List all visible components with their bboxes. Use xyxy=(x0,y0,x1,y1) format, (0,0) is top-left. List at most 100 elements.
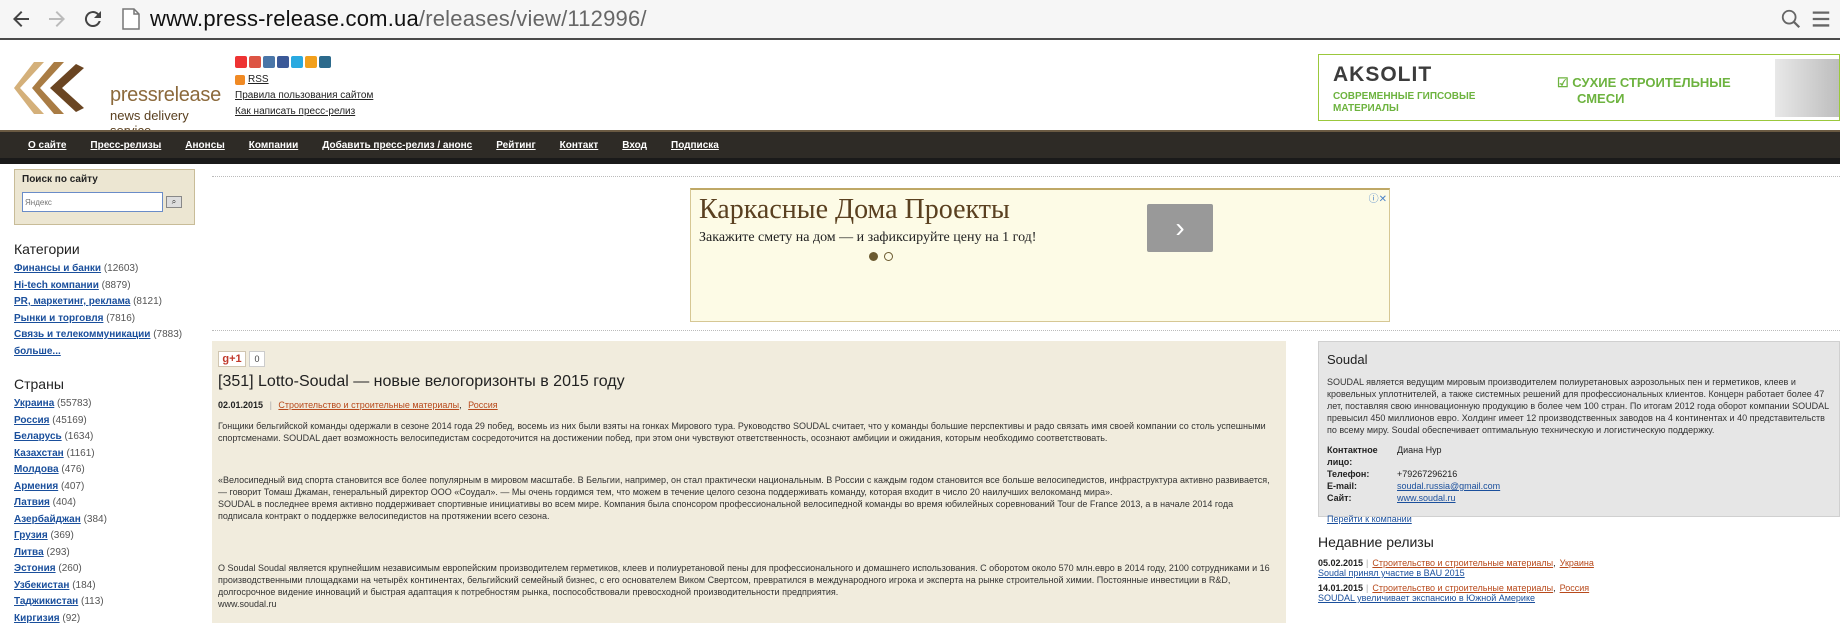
ad-next-button[interactable]: › xyxy=(1147,204,1213,252)
aksolit-banner[interactable]: AKSOLIT СОВРЕМЕННЫЕ ГИПСОВЫЕМАТЕРИАЛЫ ☑ … xyxy=(1318,54,1840,121)
site-search: Поиск по сайту ⌕ xyxy=(14,169,195,225)
share-ya-icon[interactable] xyxy=(235,56,247,68)
article-website: www.soudal.ru xyxy=(218,598,1280,610)
list-item: Беларусь (1634) xyxy=(14,429,196,446)
search-input[interactable] xyxy=(22,192,163,212)
article-country-link[interactable]: Россия xyxy=(468,400,498,410)
release-category-link[interactable]: Строительство и строительные материалы xyxy=(1372,583,1553,593)
article-paragraph: О Soudal Soudal является крупнейшим неза… xyxy=(218,562,1280,598)
ad-dot[interactable] xyxy=(884,252,893,261)
press-release-article: g+1 0 [351] Lotto-Soudal — новые велогор… xyxy=(212,341,1286,623)
gplus-button[interactable]: g+1 xyxy=(218,351,246,367)
list-item: Грузия (369) xyxy=(14,528,196,545)
phone-row: Телефон:+79267296216 xyxy=(1327,468,1831,480)
nav-releases[interactable]: Пресс-релизы xyxy=(90,140,161,151)
share-ok-icon[interactable] xyxy=(305,56,317,68)
ad-title[interactable]: Каркасные Дома Проекты xyxy=(699,194,1010,226)
share-twitter-icon[interactable] xyxy=(291,56,303,68)
chevron-right-icon: › xyxy=(1175,212,1184,244)
ad-close-icon[interactable]: ⓘ✕ xyxy=(1369,190,1387,205)
logo-line1: pressrelease xyxy=(110,84,221,107)
country-link[interactable]: Грузия xyxy=(14,530,48,541)
nav-about[interactable]: О сайте xyxy=(28,140,66,151)
list-item: Финансы и банки (12603) xyxy=(14,261,196,278)
country-link[interactable]: Узбекистан xyxy=(14,580,69,591)
main-nav: О сайте Пресс-релизы Анонсы Компании Доб… xyxy=(0,130,1840,158)
list-item: Эстония (260) xyxy=(14,561,196,578)
site-header: pressrelease news delivery service RSS П… xyxy=(0,42,1840,128)
list-item: PR, маркетинг, реклама (8121) xyxy=(14,294,196,311)
release-country-link[interactable]: Украина xyxy=(1560,558,1594,568)
country-link[interactable]: Литва xyxy=(14,547,44,558)
release-title-link[interactable]: SOUDAL увеличивает экспансию в Южной Аме… xyxy=(1318,593,1840,603)
share-lj-icon[interactable] xyxy=(319,56,331,68)
checkbox-icon: ☑ xyxy=(1557,75,1572,90)
list-item: Рынки и торговля (7816) xyxy=(14,311,196,328)
list-item: Казахстан (1161) xyxy=(14,446,196,463)
ad-block[interactable]: Каркасные Дома Проекты Закажите смету на… xyxy=(690,188,1390,322)
country-link[interactable]: Эстония xyxy=(14,563,56,574)
nav-companies[interactable]: Компании xyxy=(249,140,298,151)
list-item: Армения (407) xyxy=(14,479,196,496)
nav-announcements[interactable]: Анонсы xyxy=(185,140,225,151)
ad-dot[interactable] xyxy=(869,252,878,261)
reload-button[interactable] xyxy=(78,4,108,34)
page-icon xyxy=(122,8,140,30)
search-icon[interactable] xyxy=(1780,8,1802,30)
rss-icon xyxy=(235,75,245,85)
nav-login[interactable]: Вход xyxy=(622,140,647,151)
go-to-company-link[interactable]: Перейти к компании xyxy=(1327,514,1831,524)
country-link[interactable]: Латвия xyxy=(14,497,50,508)
forward-button[interactable] xyxy=(42,4,72,34)
site-link[interactable]: www.soudal.ru xyxy=(1397,492,1456,504)
site-logo[interactable]: pressrelease news delivery service xyxy=(14,58,214,118)
banner-product-image xyxy=(1775,59,1839,117)
logo-chevrons-icon xyxy=(14,58,94,118)
country-link[interactable]: Украина xyxy=(14,398,54,409)
menu-icon[interactable] xyxy=(1810,8,1832,30)
rules-link[interactable]: Правила пользования сайтом xyxy=(235,90,373,101)
list-item: Hi-tech компании (8879) xyxy=(14,278,196,295)
left-sidebar: Поиск по сайту ⌕ Категории Финансы и бан… xyxy=(14,169,196,627)
categories-more-link[interactable]: больше... xyxy=(14,346,61,357)
country-link[interactable]: Азербайджан xyxy=(14,514,81,525)
email-link[interactable]: soudal.russia@gmail.com xyxy=(1397,480,1500,492)
country-link[interactable]: Армения xyxy=(14,481,58,492)
banner-check-text: ☑ СУХИЕ СТРОИТЕЛЬНЫЕ СМЕСИ xyxy=(1557,75,1731,107)
nav-subscribe[interactable]: Подписка xyxy=(671,140,719,151)
rss-link[interactable]: RSS xyxy=(248,74,269,85)
country-link[interactable]: Беларусь xyxy=(14,431,62,442)
category-link[interactable]: Рынки и торговля xyxy=(14,313,103,324)
category-link[interactable]: Финансы и банки xyxy=(14,263,101,274)
share-facebook-icon[interactable] xyxy=(277,56,289,68)
release-country-link[interactable]: Россия xyxy=(1560,583,1590,593)
nav-rating[interactable]: Рейтинг xyxy=(496,140,535,151)
article-meta: 02.01.2015 | Строительство и строительны… xyxy=(218,400,1280,410)
release-category-link[interactable]: Строительство и строительные материалы xyxy=(1372,558,1553,568)
how-to-link[interactable]: Как написать пресс-релиз xyxy=(235,106,373,117)
nav-contact[interactable]: Контакт xyxy=(560,140,599,151)
search-button[interactable]: ⌕ xyxy=(166,196,182,208)
share-google-icon[interactable] xyxy=(249,56,261,68)
banner-brand: AKSOLIT xyxy=(1333,63,1432,87)
country-link[interactable]: Казахстан xyxy=(14,448,64,459)
address-bar[interactable]: www.press-release.com.ua/releases/view/1… xyxy=(122,2,1776,36)
nav-add-release[interactable]: Добавить пресс-релиз / анонс xyxy=(322,140,472,151)
list-item: Украина (55783) xyxy=(14,396,196,413)
list-item: 05.02.2015|Строительство и строительные … xyxy=(1318,558,1840,578)
email-row: E-mail:soudal.russia@gmail.com xyxy=(1327,480,1831,492)
category-link[interactable]: Связь и телекоммуникации xyxy=(14,329,150,340)
category-link[interactable]: PR, маркетинг, реклама xyxy=(14,296,130,307)
article-category-link[interactable]: Строительство и строительные материалы xyxy=(278,400,459,410)
share-vk-icon[interactable] xyxy=(263,56,275,68)
release-title-link[interactable]: Soudal принял участие в BAU 2015 xyxy=(1318,568,1840,578)
country-link[interactable]: Россия xyxy=(14,415,50,426)
back-button[interactable] xyxy=(6,4,36,34)
country-link[interactable]: Таджикистан xyxy=(14,596,78,607)
country-link[interactable]: Киргизия xyxy=(14,613,60,624)
list-item: Россия (45169) xyxy=(14,413,196,430)
divider xyxy=(212,330,1840,331)
country-link[interactable]: Молдова xyxy=(14,464,59,475)
back-arrow-icon xyxy=(9,7,33,31)
category-link[interactable]: Hi-tech компании xyxy=(14,280,99,291)
